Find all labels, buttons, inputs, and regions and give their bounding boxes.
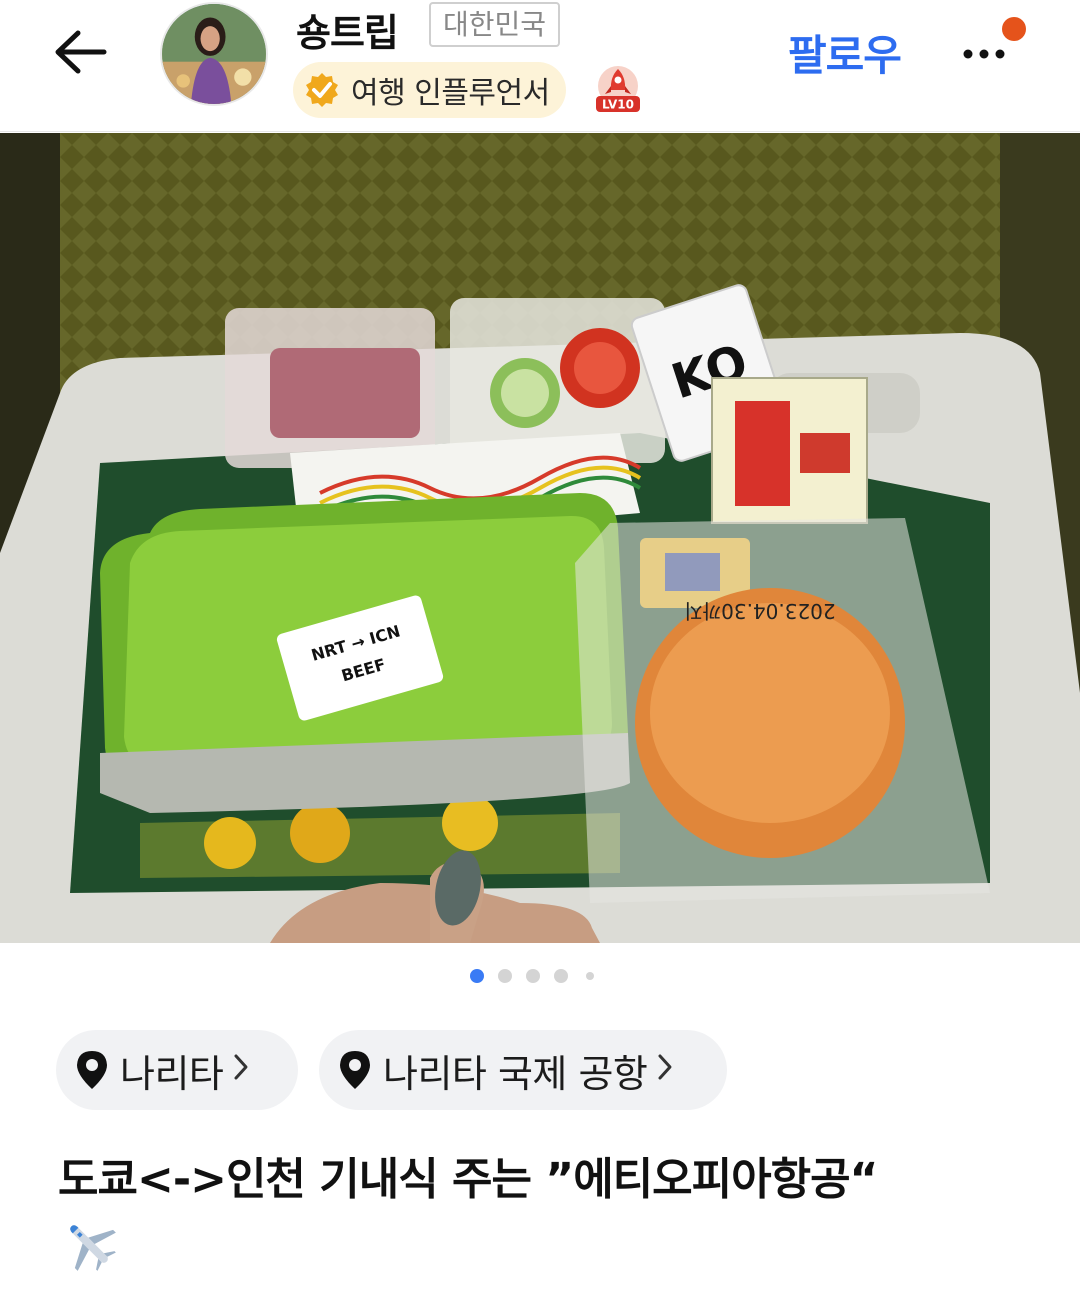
carousel-dot-active[interactable]: [470, 969, 484, 983]
level-rocket-icon: LV10: [592, 64, 644, 114]
location-chip-narita[interactable]: 나리타: [56, 1030, 298, 1110]
carousel-dot[interactable]: [526, 969, 540, 983]
avatar[interactable]: [160, 2, 268, 106]
verified-check-icon: [306, 73, 338, 107]
country-tag: 대한민국: [429, 2, 561, 47]
location-chip-narita-airport[interactable]: 나리타 국제 공항: [319, 1030, 727, 1110]
influencer-badge[interactable]: 여행 인플루언서: [293, 62, 566, 118]
location-pin-icon: [77, 1051, 107, 1089]
post-title: 도쿄<->인천 기내식 주는 ”에티오피아항공“: [58, 1154, 878, 1205]
carousel-dot[interactable]: [586, 972, 594, 980]
post-photo[interactable]: KO NRT → ICN BEEF 2023.04.30까지: [0, 133, 1080, 943]
carousel-dot[interactable]: [498, 969, 512, 983]
badge-label: 여행 인플루언서: [351, 76, 550, 111]
carousel-dot[interactable]: [554, 969, 568, 983]
location-chip-label: 나리타: [120, 1051, 224, 1096]
chevron-right-icon: [657, 1050, 673, 1090]
location-chip-label: 나리타 국제 공항: [383, 1051, 648, 1096]
profile-header: 숑트립 대한민국 여행 인플루언서 LV10 팔로우: [0, 0, 1080, 132]
location-pin-icon: [340, 1051, 370, 1089]
follow-button[interactable]: 팔로우: [788, 22, 902, 83]
back-arrow-icon[interactable]: [46, 22, 114, 82]
chevron-right-icon: [233, 1050, 249, 1090]
date-stamp: 2023.04.30까지: [684, 599, 835, 623]
airplane-icon: [58, 1215, 120, 1273]
level-label: LV10: [602, 98, 634, 112]
notification-dot: [1002, 17, 1026, 41]
carousel-indicator: [0, 965, 1080, 987]
username[interactable]: 숑트립: [296, 2, 399, 57]
